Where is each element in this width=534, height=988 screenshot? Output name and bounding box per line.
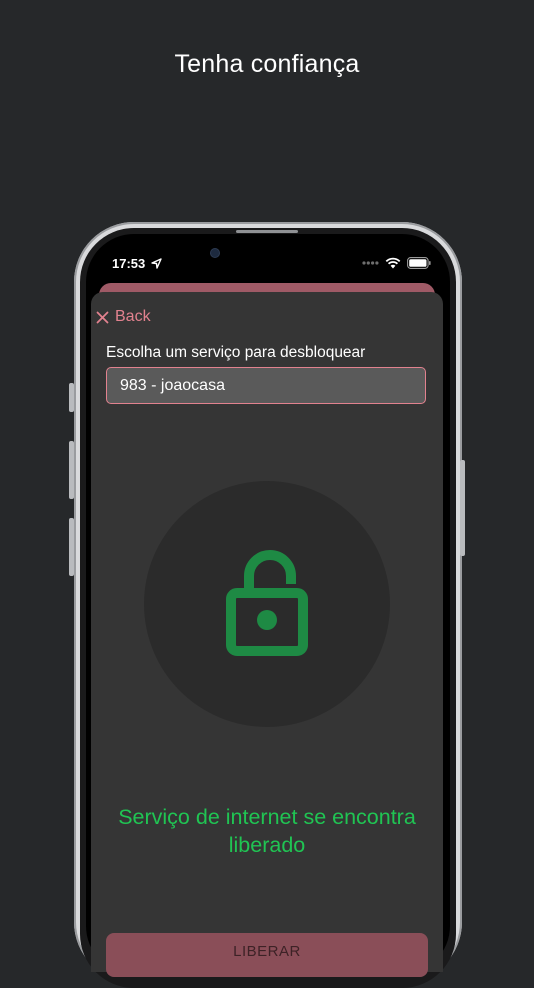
close-icon <box>96 311 109 323</box>
back-button-label: Back <box>115 308 151 325</box>
phone-speaker <box>236 230 298 233</box>
status-time: 17:53 <box>112 256 162 271</box>
status-time-text: 17:53 <box>112 256 146 271</box>
wifi-icon <box>385 257 401 269</box>
location-arrow-icon <box>151 258 162 269</box>
selected-service-text: 983 - joaocasa <box>120 376 225 394</box>
service-select-field[interactable]: 983 - joaocasa <box>106 367 426 404</box>
service-status-message: Serviço de internet se encontra liberado <box>118 805 416 857</box>
release-button[interactable]: LIBERAR <box>106 933 428 977</box>
phone-silent-switch <box>69 383 74 412</box>
status-icons <box>362 255 431 271</box>
signal-dots-icon <box>362 261 379 265</box>
back-button[interactable]: Back <box>96 308 151 326</box>
phone-power-button <box>460 460 465 556</box>
phone-volume-down <box>69 518 74 576</box>
service-select-label: Escolha um serviço para desbloquear <box>106 344 366 361</box>
phone-volume-up <box>69 441 74 499</box>
battery-icon <box>407 257 431 269</box>
promo-headline: Tenha confiança <box>174 50 360 78</box>
release-button-label: LIBERAR <box>233 943 301 960</box>
unlocked-padlock-icon <box>226 550 308 656</box>
front-camera <box>211 249 219 257</box>
